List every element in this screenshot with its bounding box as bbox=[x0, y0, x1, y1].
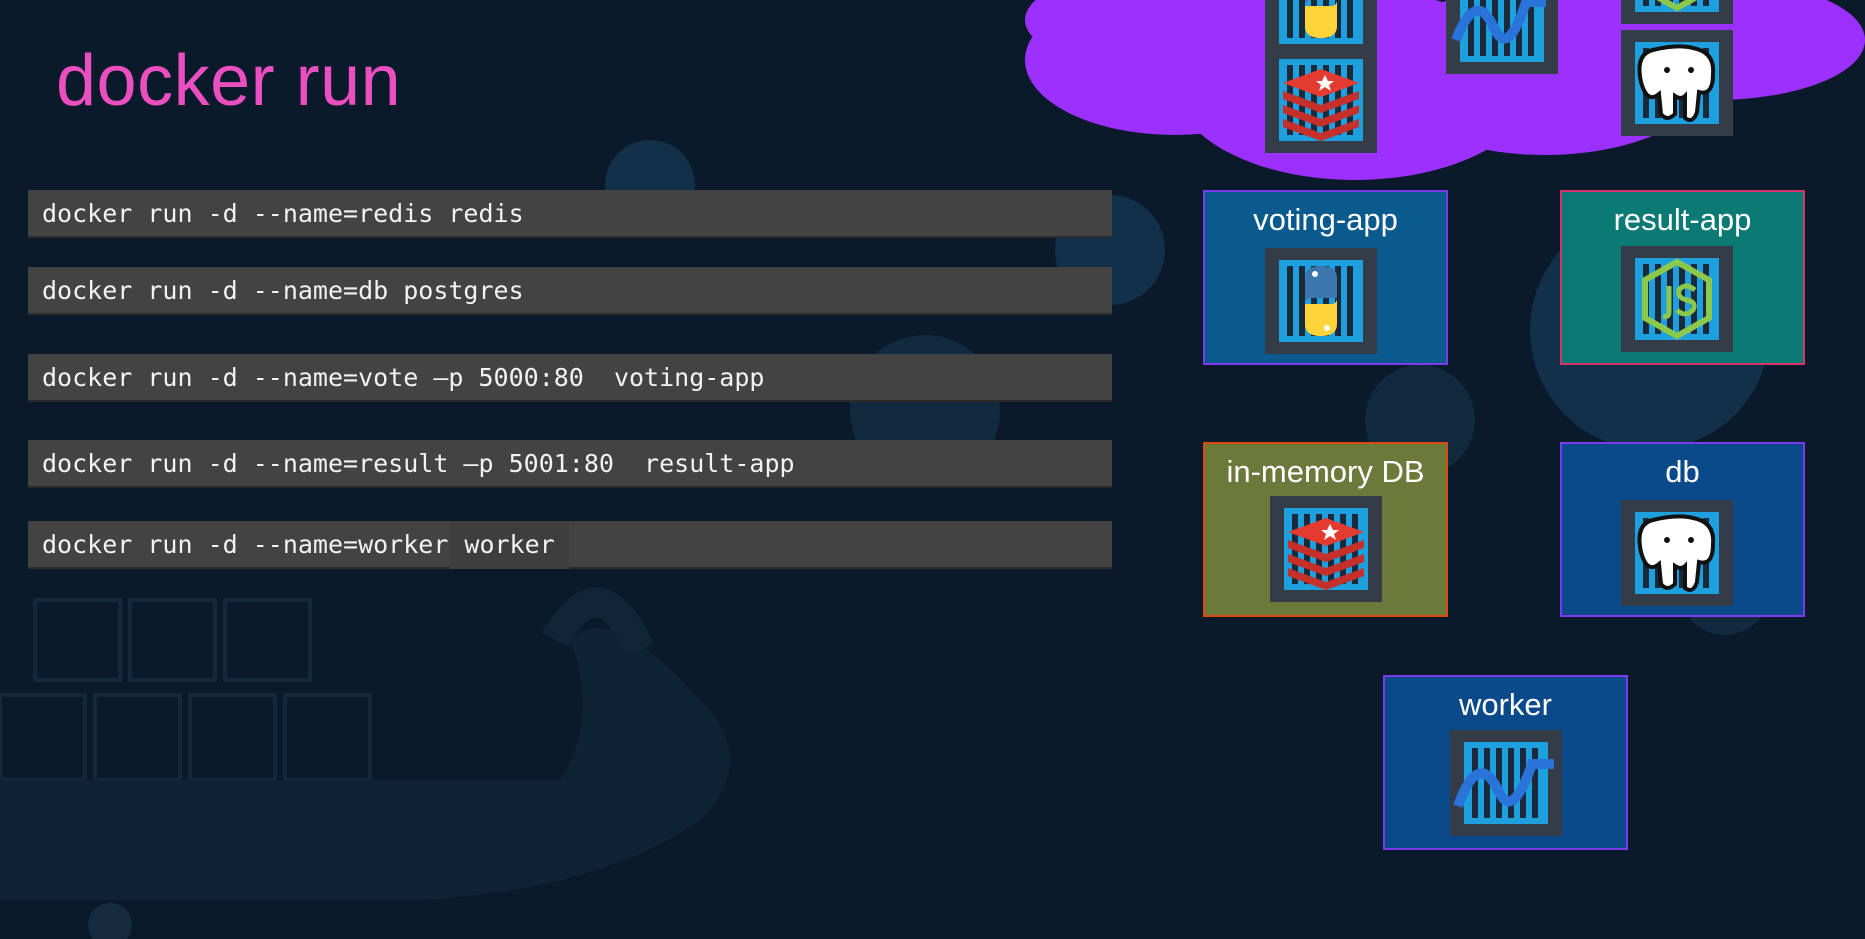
command-run-result: docker run -d --name=result –p 5001:80 r… bbox=[28, 440, 1112, 488]
worker-label: worker bbox=[1458, 687, 1552, 722]
cloud-dotnet-container-icon bbox=[1446, 0, 1558, 74]
python-icon bbox=[1265, 248, 1377, 354]
command-run-worker: docker run -d --name=worker worker bbox=[28, 521, 1112, 569]
command-run-vote: docker run -d --name=vote –p 5000:80 vot… bbox=[28, 354, 1112, 402]
postgres-icon bbox=[1621, 500, 1733, 606]
result-app-label: result-app bbox=[1613, 202, 1752, 237]
in-memory-db-label: in-memory DB bbox=[1226, 454, 1425, 489]
nodejs-icon bbox=[1621, 246, 1733, 352]
cloud-postgres-container-icon bbox=[1621, 30, 1733, 136]
command-prefix: docker run -d --name=worker bbox=[42, 530, 449, 559]
slide-title: docker run bbox=[56, 41, 402, 121]
cloud-nodejs-container-icon bbox=[1621, 0, 1733, 24]
cloud-shape bbox=[1025, 0, 1865, 180]
redis-icon bbox=[1270, 496, 1382, 602]
command-run-db: docker run -d --name=db postgres bbox=[28, 267, 1112, 315]
command-image-name: worker bbox=[450, 521, 569, 569]
dotnet-icon bbox=[1450, 730, 1562, 836]
command-run-redis: docker run -d --name=redis redis bbox=[28, 190, 1112, 238]
cloud-redis-container-icon bbox=[1265, 47, 1377, 153]
db-label: db bbox=[1665, 454, 1700, 489]
voting-app-label: voting-app bbox=[1253, 202, 1398, 237]
